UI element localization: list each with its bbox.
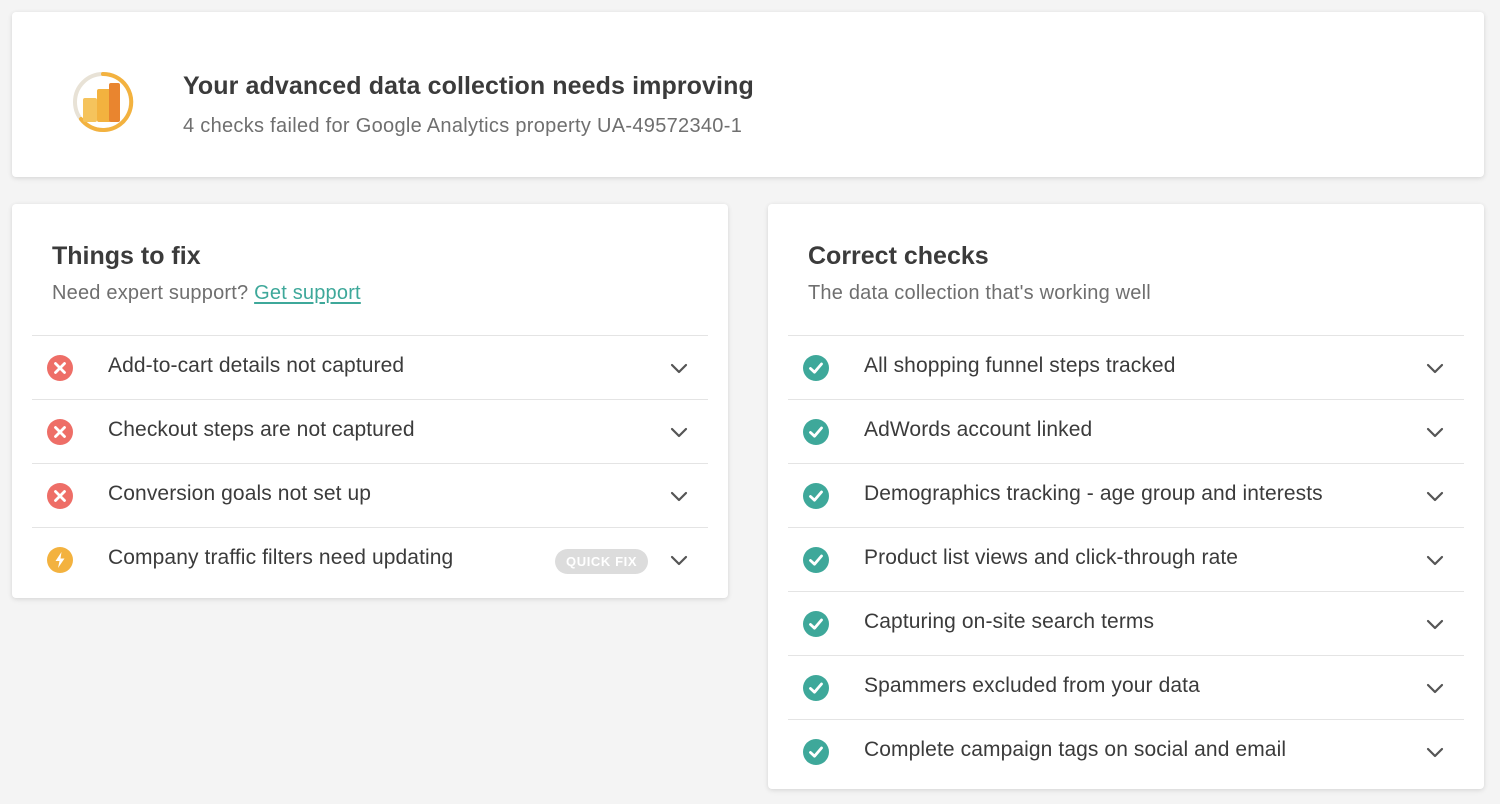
check-row[interactable]: Add-to-cart details not captured: [32, 335, 708, 399]
chevron-down-icon[interactable]: [1426, 553, 1444, 567]
check-row[interactable]: Conversion goals not set up: [32, 463, 708, 527]
check-label: Complete campaign tags on social and ema…: [864, 738, 1287, 761]
correct-checks-panel: Correct checks The data collection that'…: [768, 204, 1484, 789]
things-to-fix-panel: Things to fix Need expert support? Get s…: [12, 204, 728, 598]
check-row[interactable]: Company traffic filters need updating QUI…: [32, 527, 708, 591]
check-circle-icon: [802, 610, 830, 638]
check-label: Spammers excluded from your data: [864, 674, 1200, 697]
fix-list: Add-to-cart details not captured Checkout…: [32, 335, 708, 591]
chevron-down-icon[interactable]: [1426, 425, 1444, 439]
chevron-down-icon[interactable]: [1426, 361, 1444, 375]
chevron-down-icon[interactable]: [670, 361, 688, 375]
check-label: Conversion goals not set up: [108, 482, 372, 505]
chevron-down-icon[interactable]: [670, 553, 688, 567]
check-circle-icon: [802, 546, 830, 574]
check-row[interactable]: Product list views and click-through rat…: [788, 527, 1464, 591]
lightning-warning-icon: [46, 546, 74, 574]
check-label: All shopping funnel steps tracked: [864, 354, 1176, 377]
check-label: Capturing on-site search terms: [864, 610, 1155, 633]
chevron-down-icon[interactable]: [670, 425, 688, 439]
check-row[interactable]: All shopping funnel steps tracked: [788, 335, 1464, 399]
check-row[interactable]: Demographics tracking - age group and in…: [788, 463, 1464, 527]
check-circle-icon: [802, 674, 830, 702]
support-prompt: Need expert support?: [52, 282, 249, 304]
chevron-down-icon[interactable]: [1426, 617, 1444, 631]
check-label: Checkout steps are not captured: [108, 418, 415, 441]
chevron-down-icon[interactable]: [1426, 745, 1444, 759]
chevron-down-icon[interactable]: [1426, 489, 1444, 503]
error-x-icon: [46, 482, 74, 510]
get-support-link[interactable]: Get support: [254, 282, 361, 304]
check-circle-icon: [802, 418, 830, 446]
check-circle-icon: [802, 482, 830, 510]
chevron-down-icon[interactable]: [670, 489, 688, 503]
check-label: Add-to-cart details not captured: [108, 354, 405, 377]
check-row[interactable]: Checkout steps are not captured: [32, 399, 708, 463]
analytics-bar-chart-icon: [73, 71, 134, 132]
page-subtitle: 4 checks failed for Google Analytics pro…: [183, 115, 743, 137]
page-title: Your advanced data collection needs impr…: [183, 72, 754, 100]
status-summary-card: Your advanced data collection needs impr…: [12, 12, 1484, 177]
quick-fix-badge[interactable]: QUICK FIX: [555, 549, 649, 574]
check-circle-icon: [802, 738, 830, 766]
error-x-icon: [46, 354, 74, 382]
panel-subtitle: Need expert support? Get support: [52, 282, 361, 305]
check-label: Product list views and click-through rat…: [864, 546, 1239, 569]
check-row[interactable]: Spammers excluded from your data: [788, 655, 1464, 719]
check-row[interactable]: Capturing on-site search terms: [788, 591, 1464, 655]
check-circle-icon: [802, 354, 830, 382]
error-x-icon: [46, 418, 74, 446]
panel-subtitle: The data collection that's working well: [808, 282, 1151, 304]
check-row[interactable]: AdWords account linked: [788, 399, 1464, 463]
check-label: AdWords account linked: [864, 418, 1093, 441]
check-label: Demographics tracking - age group and in…: [864, 482, 1323, 505]
panel-title: Correct checks: [808, 242, 989, 270]
panel-title: Things to fix: [52, 242, 201, 270]
check-row[interactable]: Complete campaign tags on social and ema…: [788, 719, 1464, 783]
chevron-down-icon[interactable]: [1426, 681, 1444, 695]
check-label: Company traffic filters need updating: [108, 546, 454, 569]
correct-list: All shopping funnel steps tracked AdWords…: [788, 335, 1464, 783]
